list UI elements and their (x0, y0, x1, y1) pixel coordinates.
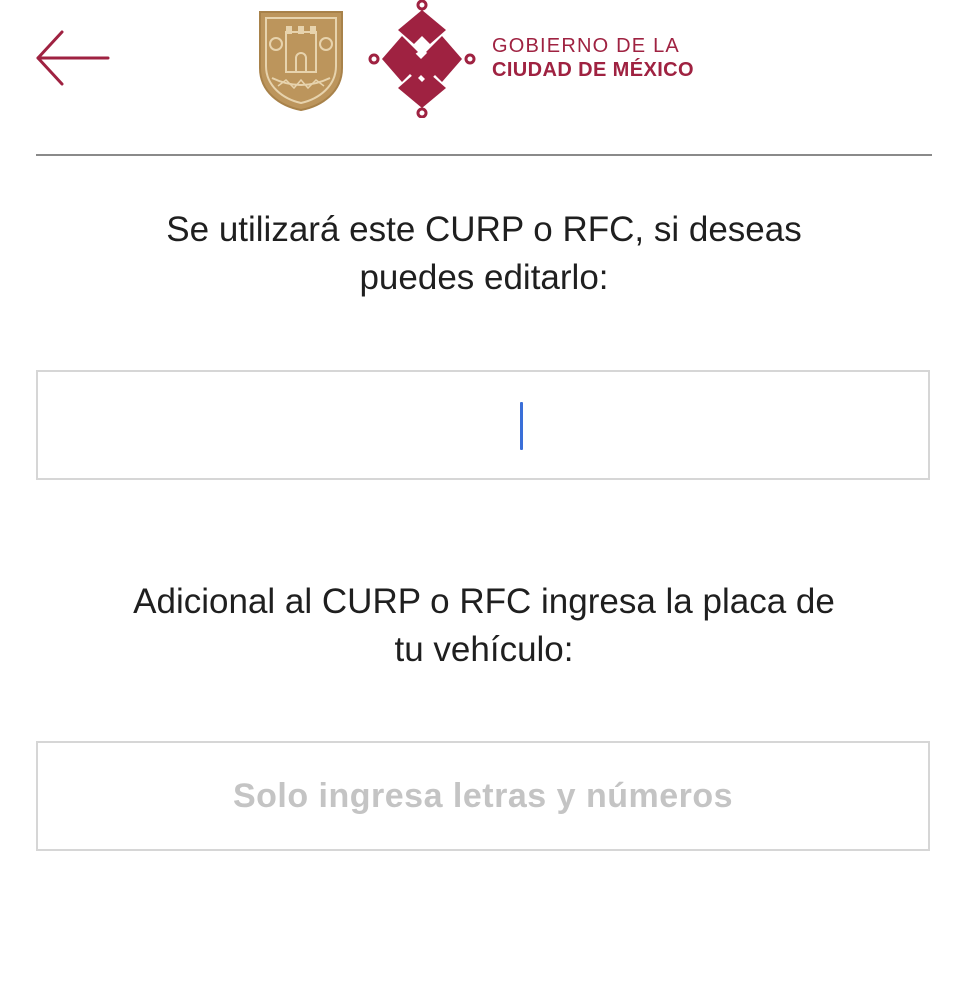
cdmx-logo-mark-icon (368, 0, 476, 118)
brand-title: GOBIERNO DE LA CIUDAD DE MÉXICO (492, 36, 694, 80)
cdmx-coat-of-arms-icon (256, 8, 346, 112)
plate-prompt-line-1: Adicional al CURP o RFC ingresa la placa… (133, 582, 835, 621)
curp-prompt: Se utilizará este CURP o RFC, si deseas … (36, 206, 932, 302)
brand-line-1: GOBIERNO DE LA (492, 35, 680, 57)
curp-prompt-line-2: puedes editarlo: (359, 258, 609, 297)
plate-prompt: Adicional al CURP o RFC ingresa la placa… (36, 578, 932, 674)
curp-field[interactable] (36, 370, 930, 480)
back-button[interactable] (30, 26, 116, 90)
brand-line-2: CIUDAD DE MÉXICO (492, 59, 694, 81)
plate-prompt-line-2: tu vehículo: (394, 630, 574, 669)
arrow-left-icon (36, 30, 110, 86)
plate-input[interactable] (38, 743, 928, 849)
curp-prompt-line-1: Se utilizará este CURP o RFC, si deseas (166, 210, 802, 249)
plate-field[interactable] (36, 741, 930, 851)
app-screen: GOBIERNO DE LA CIUDAD DE MÉXICO Se utili… (0, 0, 968, 985)
header-divider (36, 154, 932, 156)
curp-input[interactable] (38, 372, 928, 478)
